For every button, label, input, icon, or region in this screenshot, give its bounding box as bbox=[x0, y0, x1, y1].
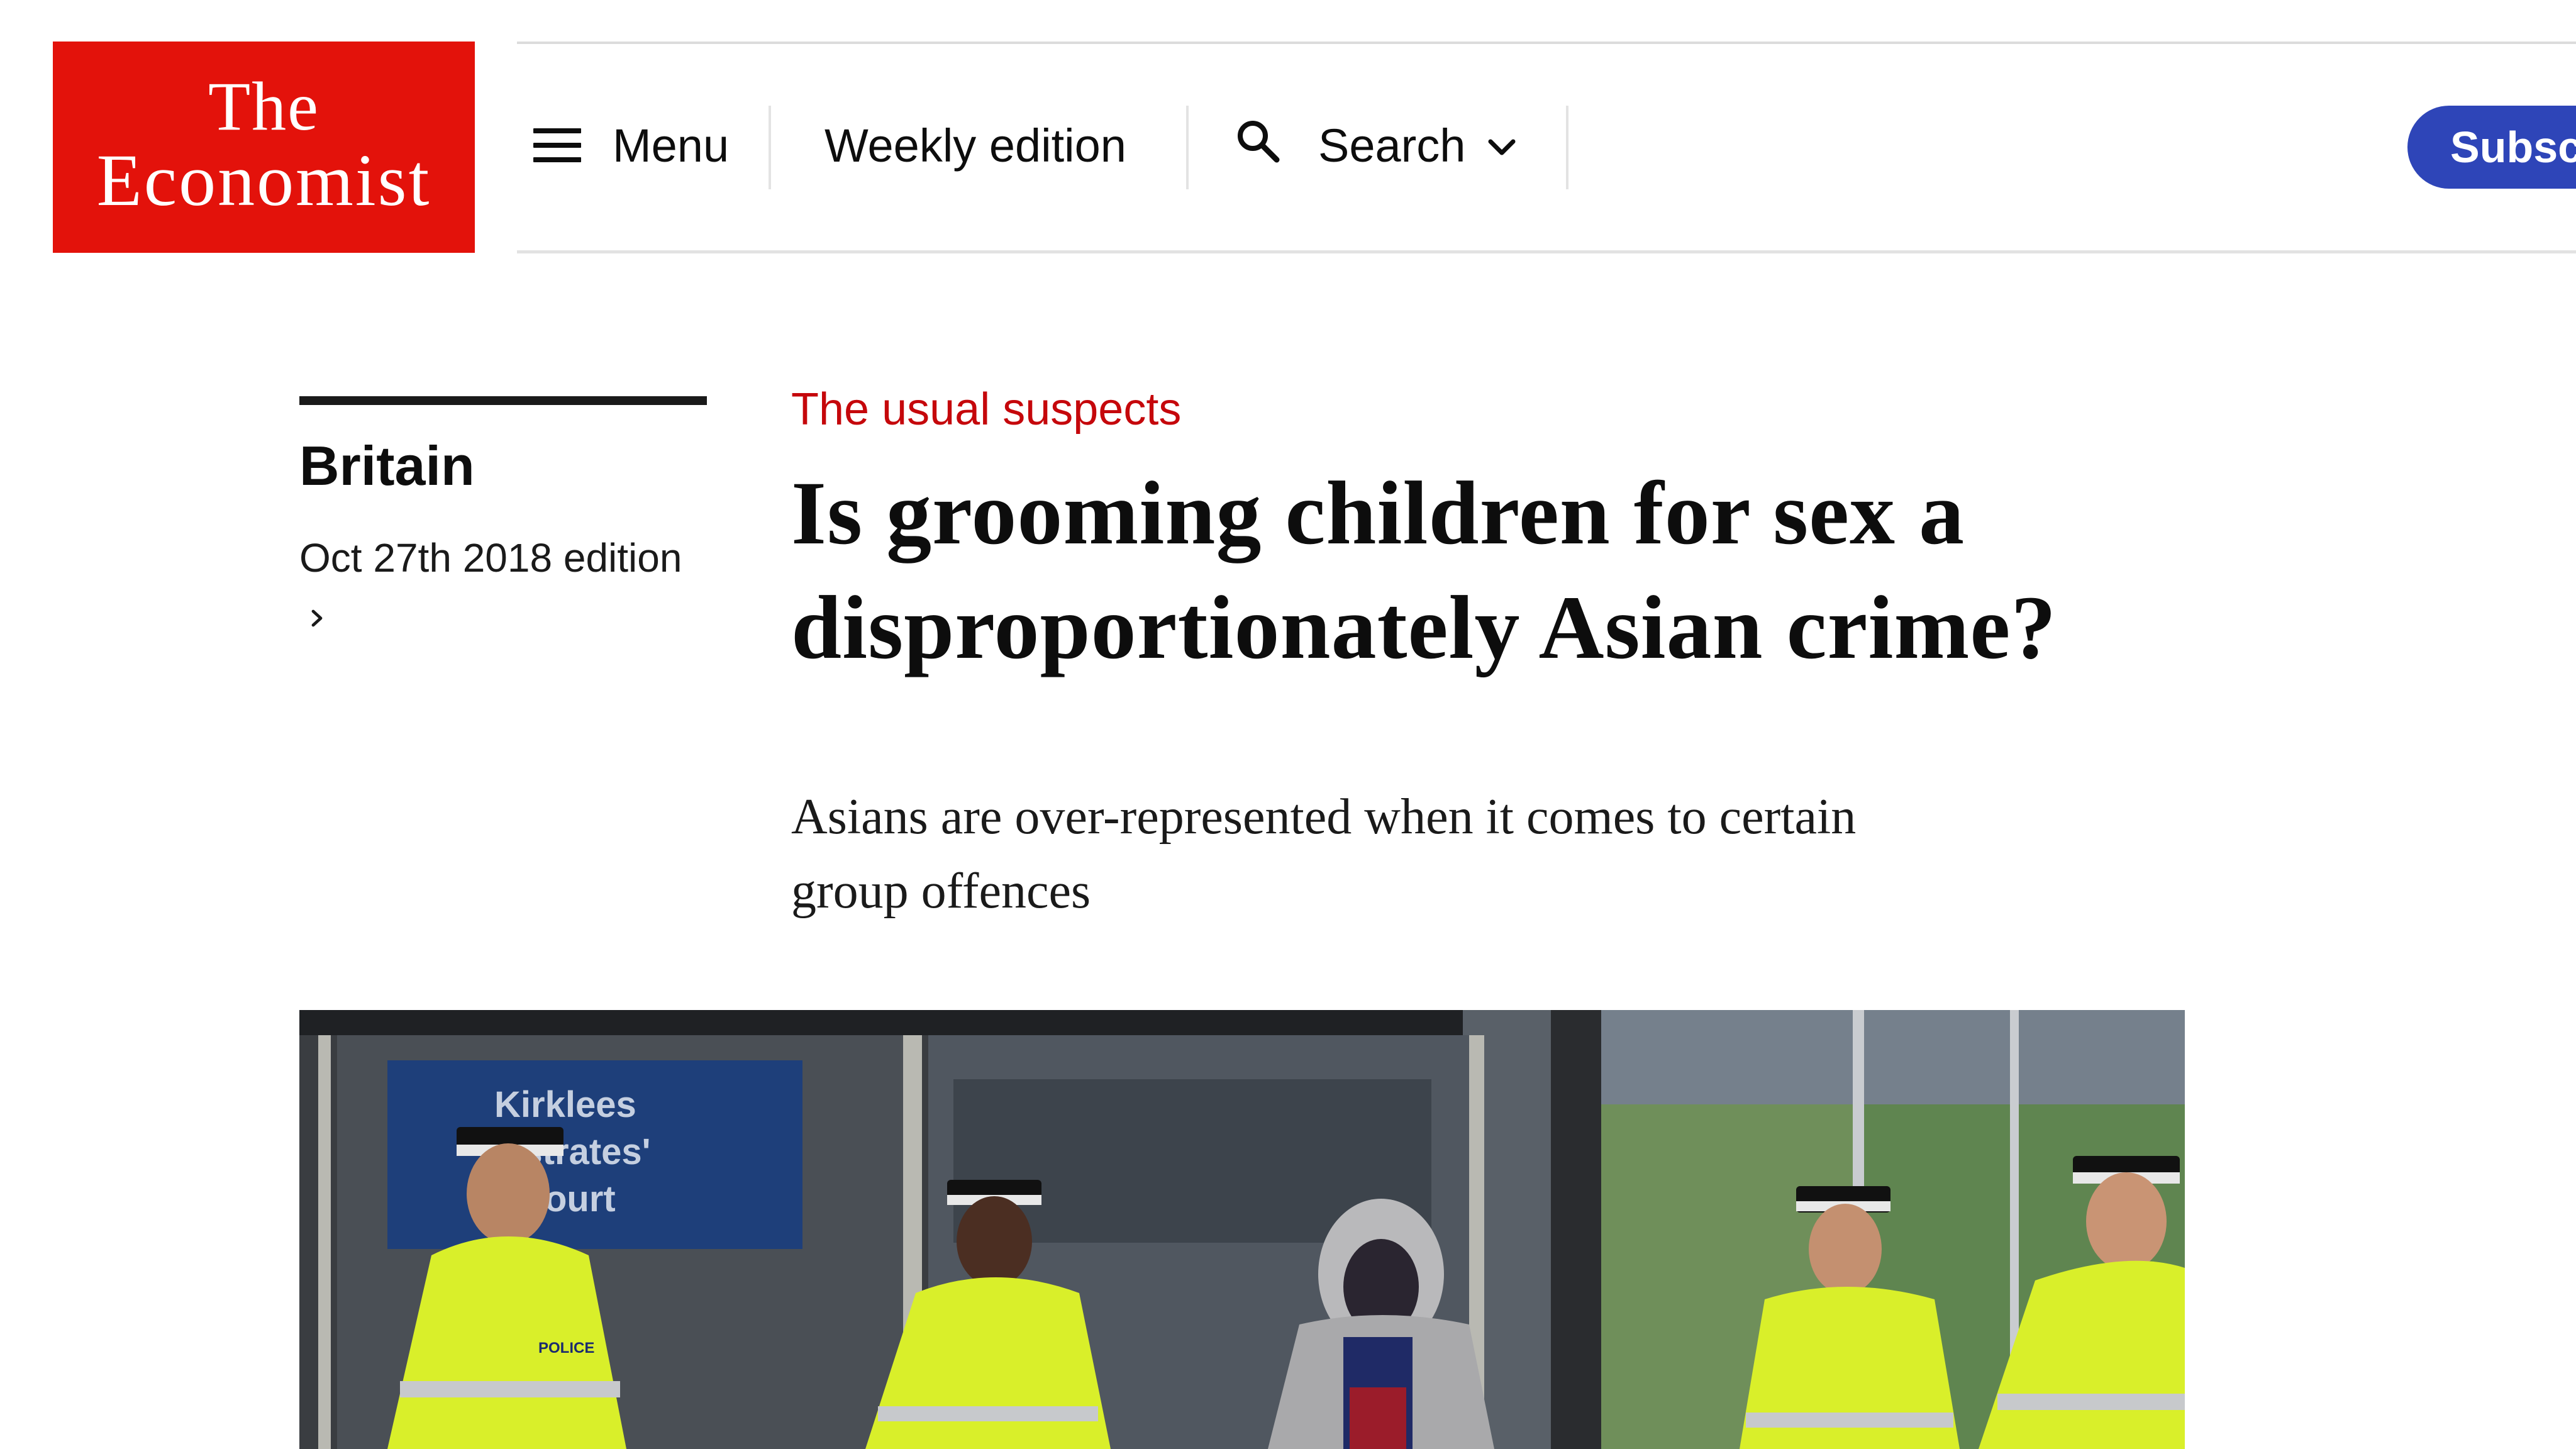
menu-label: Menu bbox=[613, 119, 730, 172]
court-sign-line-1: Kirklees bbox=[494, 1084, 636, 1125]
weekly-edition-label: Weekly edition bbox=[824, 119, 1126, 172]
chevron-down-icon bbox=[1488, 139, 1516, 155]
header-top-rule bbox=[517, 42, 2576, 44]
standfirst-line-1: Asians are over-represented when it come… bbox=[791, 789, 1857, 845]
article-rubric: The usual suspects bbox=[791, 384, 1182, 435]
headline-line-2: disproportionately Asian crime? bbox=[791, 578, 2057, 678]
search-label: Search bbox=[1318, 119, 1466, 172]
subscribe-label: Subscr bbox=[2450, 123, 2576, 172]
nav-divider bbox=[1566, 106, 1568, 189]
nav-divider bbox=[1186, 106, 1189, 189]
article-standfirst: Asians are over-represented when it come… bbox=[791, 780, 2301, 928]
search-icon bbox=[1238, 121, 1280, 163]
police-outside-court-photo: Kirklees M strates' ourt POLICE bbox=[299, 1010, 2185, 1449]
page: The Economist Menu Weekly edition Search… bbox=[0, 0, 2576, 1449]
headline-line-1: Is grooming children for sex a bbox=[791, 464, 1965, 564]
article-headline: Is grooming children for sex a dispropor… bbox=[791, 457, 2301, 686]
logo-line-2: Economist bbox=[96, 139, 431, 221]
search-button[interactable]: Search bbox=[1233, 104, 1519, 186]
nav-divider bbox=[769, 106, 771, 189]
edition-link[interactable]: Oct 27th 2018 edition bbox=[299, 535, 682, 581]
hamburger-icon bbox=[533, 128, 581, 162]
logo-line-1: The bbox=[208, 68, 319, 145]
standfirst-line-2: group offences bbox=[791, 863, 1091, 919]
economist-logo[interactable]: The Economist bbox=[53, 42, 475, 253]
court-sign-line-3: ourt bbox=[545, 1179, 616, 1219]
menu-button[interactable]: Menu bbox=[533, 104, 729, 186]
vest-text: POLICE bbox=[538, 1340, 594, 1357]
article-photo: Kirklees M strates' ourt POLICE bbox=[299, 1010, 2185, 1449]
weekly-edition-link[interactable]: Weekly edition bbox=[824, 104, 1126, 186]
section-link[interactable]: Britain bbox=[299, 434, 475, 498]
header-bottom-rule bbox=[517, 250, 2576, 253]
subscribe-button[interactable]: Subscr bbox=[2407, 106, 2576, 189]
section-rule bbox=[299, 396, 707, 405]
chevron-right-icon[interactable] bbox=[307, 602, 330, 634]
